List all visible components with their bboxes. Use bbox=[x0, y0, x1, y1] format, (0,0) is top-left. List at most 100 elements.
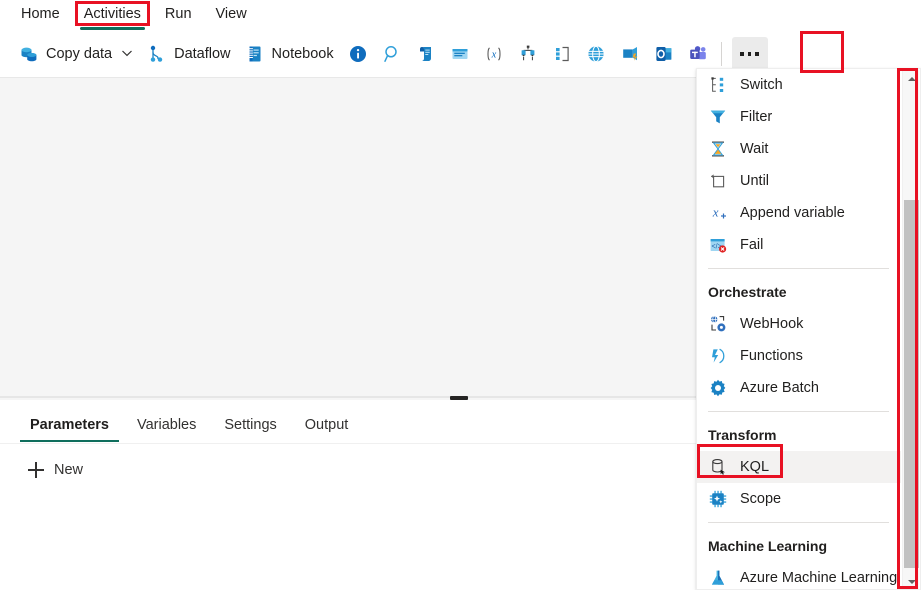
stored-procedure-icon bbox=[450, 44, 470, 64]
azure-functions-icon bbox=[708, 346, 728, 366]
ribbon-tab-label: View bbox=[216, 6, 247, 22]
toolbar-outlook-button[interactable] bbox=[647, 37, 681, 71]
menu-item-label: WebHook bbox=[740, 317, 803, 332]
kql-database-icon bbox=[708, 457, 728, 477]
toolbar-dataflow-button[interactable]: Dataflow bbox=[140, 37, 237, 71]
chevron-up-icon bbox=[908, 77, 916, 81]
menu-separator bbox=[708, 268, 889, 269]
ribbon-tabstrip: Home Activities Run View bbox=[0, 0, 921, 29]
get-metadata-info-icon bbox=[348, 44, 368, 64]
new-parameter-button[interactable]: New bbox=[28, 462, 83, 478]
toolbar-divider bbox=[721, 42, 722, 66]
azure-batch-gear-icon bbox=[708, 378, 728, 398]
toolbar-notebook-button[interactable]: Notebook bbox=[238, 37, 341, 71]
menu-item-label: Azure Batch bbox=[740, 381, 819, 396]
svg-text:x: x bbox=[712, 205, 719, 220]
plus-icon bbox=[28, 462, 44, 478]
new-parameter-label: New bbox=[54, 462, 83, 478]
lookup-magnifier-icon bbox=[382, 44, 402, 64]
menu-item-functions[interactable]: Functions bbox=[697, 340, 901, 372]
scrollbar-thumb[interactable] bbox=[904, 200, 919, 568]
menu-scrollbar[interactable] bbox=[902, 70, 919, 590]
menu-item-label: Wait bbox=[740, 142, 768, 157]
pipeline-editor-window: Home Activities Run View bbox=[0, 0, 921, 590]
webhook-icon bbox=[708, 314, 728, 334]
properties-tab-label: Variables bbox=[137, 417, 196, 433]
ribbon-tab-run[interactable]: Run bbox=[154, 3, 203, 26]
tab-output[interactable]: Output bbox=[295, 413, 359, 442]
toolbar-if-condition-button[interactable] bbox=[545, 37, 579, 71]
more-activities-overflow-button[interactable] bbox=[732, 37, 768, 71]
menu-section-header-machine-learning: Machine Learning bbox=[697, 530, 901, 562]
toolbar-stored-procedure-button[interactable] bbox=[443, 37, 477, 71]
menu-item-wait[interactable]: Wait bbox=[697, 133, 901, 165]
toolbar-teams-button[interactable] bbox=[681, 37, 715, 71]
toolbar-get-metadata-button[interactable] bbox=[341, 37, 375, 71]
toolbar-copy-data-button[interactable]: Copy data bbox=[12, 37, 140, 71]
chevron-down-icon bbox=[908, 580, 916, 584]
fail-icon: </> bbox=[708, 235, 728, 255]
ribbon-tab-home[interactable]: Home bbox=[10, 3, 71, 26]
ellipsis-icon bbox=[740, 52, 759, 56]
menu-item-label: Azure Machine Learning bbox=[740, 571, 897, 586]
chevron-down-icon[interactable] bbox=[121, 47, 133, 62]
menu-item-switch[interactable]: Switch bbox=[697, 69, 901, 101]
menu-item-label: Switch bbox=[740, 78, 783, 93]
menu-separator bbox=[708, 411, 889, 412]
menu-item-filter[interactable]: Filter bbox=[697, 101, 901, 133]
ribbon-tab-label: Activities bbox=[84, 6, 141, 22]
activities-overflow-menu: Switch Filter bbox=[696, 68, 921, 590]
wait-hourglass-icon bbox=[708, 139, 728, 159]
microsoft-teams-icon bbox=[688, 44, 708, 64]
toolbar-script-button[interactable] bbox=[409, 37, 443, 71]
toolbar-web-button[interactable] bbox=[579, 37, 613, 71]
toolbar-lookup-button[interactable] bbox=[375, 37, 409, 71]
switch-icon bbox=[708, 75, 728, 95]
scroll-up-arrow[interactable] bbox=[903, 70, 920, 87]
menu-item-scope[interactable]: Scope bbox=[697, 483, 901, 515]
toolbar-item-label: Copy data bbox=[46, 47, 112, 62]
ribbon-tab-label: Home bbox=[21, 6, 60, 22]
menu-item-azure-batch[interactable]: Azure Batch bbox=[697, 372, 901, 404]
foreach-branch-icon bbox=[518, 44, 538, 64]
menu-item-azure-machine-learning[interactable]: Azure Machine Learning bbox=[697, 562, 901, 590]
scope-chip-icon bbox=[708, 489, 728, 509]
properties-tab-label: Settings bbox=[224, 417, 276, 433]
until-loop-icon bbox=[708, 171, 728, 191]
tab-parameters[interactable]: Parameters bbox=[20, 413, 119, 442]
toolbar-semantic-model-refresh-button[interactable] bbox=[613, 37, 647, 71]
properties-tab-label: Parameters bbox=[30, 417, 109, 433]
toolbar-item-label: Dataflow bbox=[174, 47, 230, 62]
toolbar-foreach-button[interactable] bbox=[511, 37, 545, 71]
menu-item-kql[interactable]: KQL bbox=[697, 451, 901, 483]
menu-item-label: Filter bbox=[740, 110, 772, 125]
script-scroll-icon bbox=[416, 44, 436, 64]
menu-item-label: Scope bbox=[740, 492, 781, 507]
tab-variables[interactable]: Variables bbox=[127, 413, 206, 442]
toolbar-item-label: Notebook bbox=[272, 47, 334, 62]
filter-funnel-icon bbox=[708, 107, 728, 127]
menu-section-header-orchestrate: Orchestrate bbox=[697, 276, 901, 308]
dataflow-icon bbox=[147, 44, 167, 64]
copy-data-icon bbox=[19, 44, 39, 64]
active-tab-underline bbox=[20, 440, 119, 443]
menu-item-fail[interactable]: </> Fail bbox=[697, 229, 901, 261]
ribbon-tab-activities[interactable]: Activities bbox=[73, 3, 152, 26]
ribbon-tab-view[interactable]: View bbox=[205, 3, 258, 26]
menu-item-until[interactable]: Until bbox=[697, 165, 901, 197]
tab-settings[interactable]: Settings bbox=[214, 413, 286, 442]
menu-item-label: Fail bbox=[740, 238, 763, 253]
menu-items-container: Switch Filter bbox=[697, 69, 901, 590]
menu-item-append-variable[interactable]: x Append variable bbox=[697, 197, 901, 229]
menu-item-webhook[interactable]: WebHook bbox=[697, 308, 901, 340]
azure-machine-learning-icon bbox=[708, 568, 728, 588]
properties-tab-label: Output bbox=[305, 417, 349, 433]
svg-text:x: x bbox=[490, 50, 496, 61]
notebook-icon bbox=[245, 44, 265, 64]
menu-item-label: KQL bbox=[740, 460, 769, 475]
scroll-down-arrow[interactable] bbox=[903, 573, 920, 590]
toolbar-set-variable-button[interactable]: x bbox=[477, 37, 511, 71]
web-globe-icon bbox=[586, 44, 606, 64]
menu-separator bbox=[708, 522, 889, 523]
set-variable-fx-icon: x bbox=[484, 44, 504, 64]
